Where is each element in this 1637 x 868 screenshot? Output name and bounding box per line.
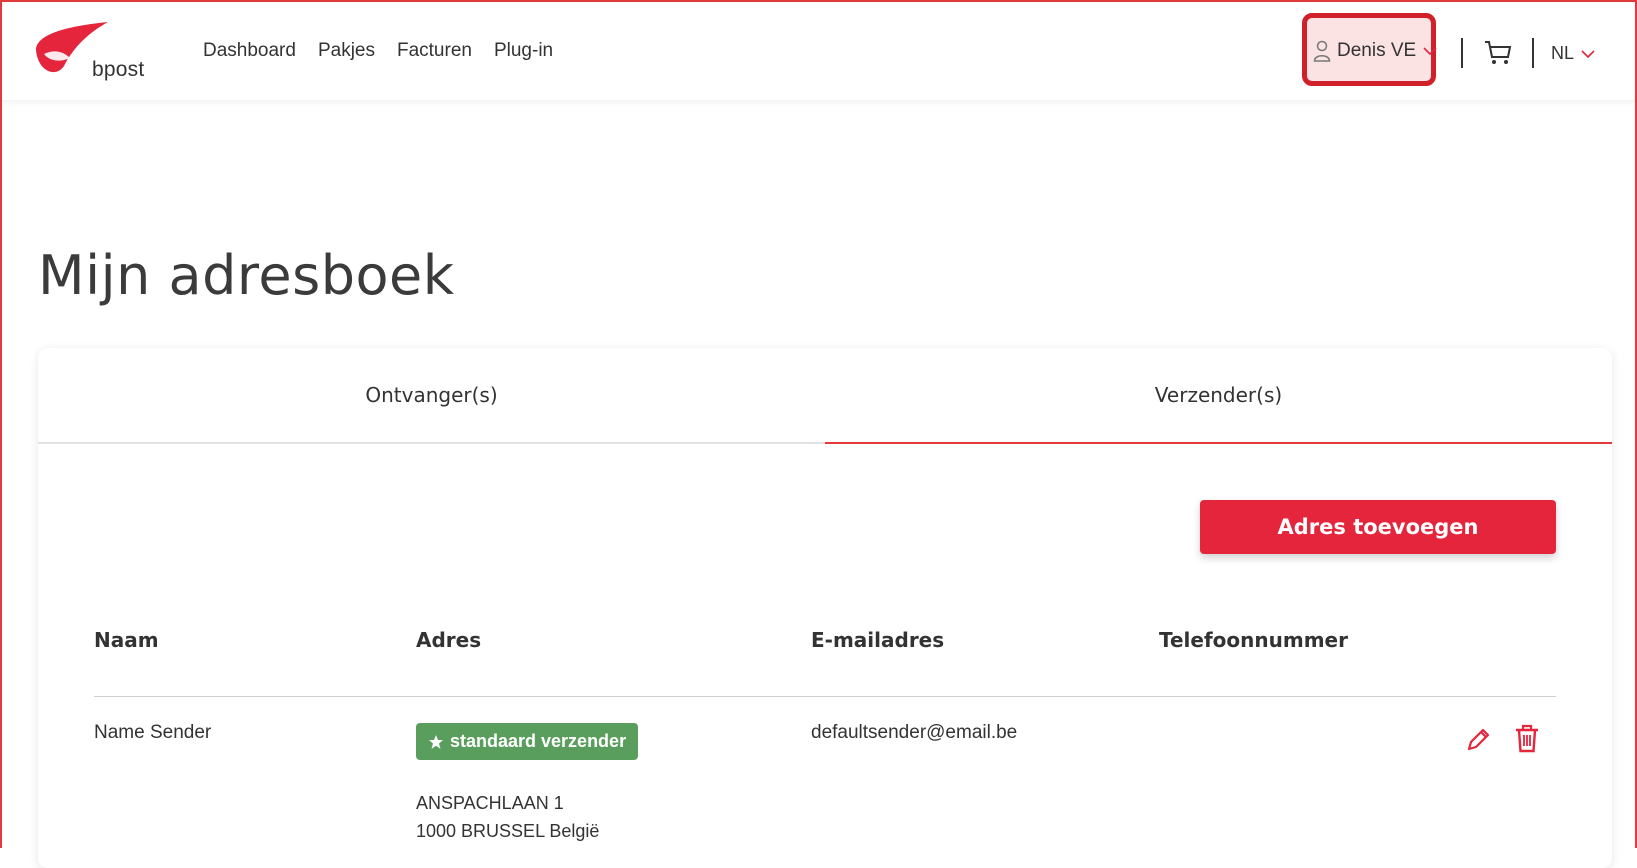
- language-label: NL: [1551, 43, 1575, 63]
- sender-email: defaultsender@email.be: [811, 722, 1018, 743]
- nav-dashboard[interactable]: Dashboard: [203, 40, 296, 62]
- nav-facturen[interactable]: Facturen: [397, 40, 472, 62]
- star-icon: [429, 734, 443, 749]
- user-name: Denis VE: [1337, 40, 1417, 61]
- column-header-telefoon: Telefoonnummer: [1159, 628, 1348, 652]
- top-header: bpost Dashboard Pakjes Facturen Plug-in …: [0, 0, 1637, 100]
- add-address-button[interactable]: Adres toevoegen: [1200, 500, 1556, 554]
- language-selector[interactable]: NL: [1551, 43, 1596, 64]
- column-header-adres: Adres: [416, 628, 482, 652]
- address-line-1: ANSPACHLAAN 1: [416, 793, 564, 813]
- nav-plug-in[interactable]: Plug-in: [494, 40, 553, 62]
- page-title: Mijn adresboek: [38, 244, 455, 308]
- chevron-down-icon: [1581, 49, 1595, 58]
- divider: [1461, 38, 1463, 68]
- cart-icon[interactable]: [1484, 40, 1512, 66]
- address-line-2: 1000 BRUSSEL België: [416, 821, 600, 841]
- trash-icon[interactable]: [1514, 724, 1540, 754]
- divider: [1532, 38, 1534, 68]
- tab-verzenders[interactable]: Verzender(s): [825, 348, 1612, 444]
- user-icon: [1313, 40, 1331, 62]
- bpost-logo-text: bpost: [92, 58, 145, 81]
- pencil-icon[interactable]: [1464, 726, 1492, 754]
- column-header-naam: Naam: [94, 628, 159, 652]
- sender-address: ANSPACHLAAN 1 1000 BRUSSEL België: [416, 789, 599, 845]
- address-tabs: Ontvanger(s) Verzender(s): [38, 348, 1612, 444]
- main-nav: Dashboard Pakjes Facturen Plug-in: [203, 40, 575, 62]
- address-book-card: Ontvanger(s) Verzender(s) Adres toevoege…: [38, 348, 1612, 868]
- sender-name: Name Sender: [94, 722, 212, 743]
- chevron-down-icon: [1423, 47, 1437, 56]
- badge-label: standaard verzender: [450, 731, 627, 751]
- tab-ontvangers[interactable]: Ontvanger(s): [38, 348, 825, 444]
- column-header-email: E-mailadres: [811, 628, 945, 652]
- table-divider: [94, 696, 1556, 697]
- default-sender-badge: standaard verzender: [416, 723, 639, 760]
- user-menu-button[interactable]: Denis VE: [1302, 13, 1437, 86]
- nav-pakjes[interactable]: Pakjes: [318, 40, 375, 62]
